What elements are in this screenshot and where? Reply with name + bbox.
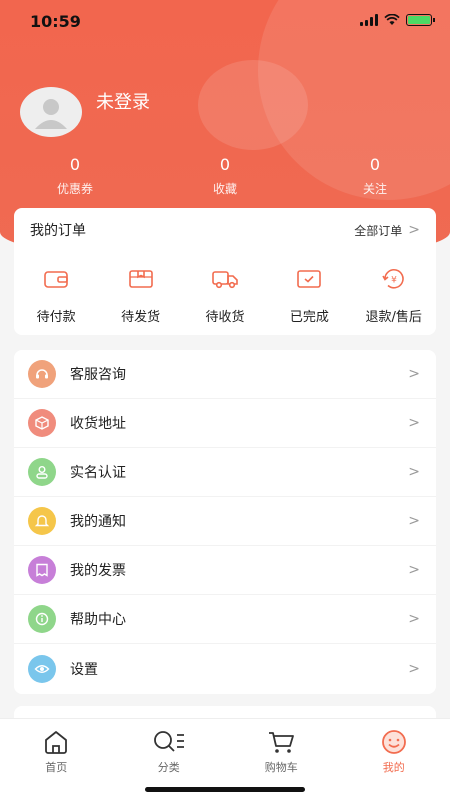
info-icon xyxy=(28,605,56,633)
stat-following[interactable]: 0 关注 xyxy=(300,155,450,197)
tab-label: 分类 xyxy=(157,761,180,774)
chevron-right-icon: > xyxy=(408,562,420,578)
default-avatar-icon xyxy=(35,99,67,129)
orders-card: 我的订单 全部订单 > 待付款 待发货 待收货 已完成 ¥ 退款/售后 xyxy=(14,208,436,335)
status-time: 10:59 xyxy=(30,12,81,31)
order-label: 待发货 xyxy=(121,310,161,325)
wifi-icon xyxy=(384,14,400,25)
order-pending-payment[interactable]: 待付款 xyxy=(16,266,96,325)
menu-shipping-address[interactable]: 收货地址 > xyxy=(14,399,436,448)
order-label: 已完成 xyxy=(289,310,329,325)
person-icon xyxy=(28,458,56,486)
tab-home[interactable]: 首页 xyxy=(0,719,113,800)
status-bar: 10:59 xyxy=(0,0,450,44)
stat-label: 收藏 xyxy=(212,182,237,196)
chevron-right-icon: > xyxy=(408,464,420,480)
stat-label: 优惠券 xyxy=(56,182,93,196)
menu-label: 我的发票 xyxy=(70,563,126,579)
menu-label: 实名认证 xyxy=(70,465,126,481)
chevron-right-icon: > xyxy=(408,222,420,238)
orders-title: 我的订单 xyxy=(30,223,86,239)
order-completed[interactable]: 已完成 xyxy=(269,266,349,325)
address-box-icon xyxy=(28,409,56,437)
headset-icon xyxy=(28,360,56,388)
cart-icon xyxy=(269,732,295,753)
menu-label: 客服咨询 xyxy=(70,367,126,383)
username-login-link[interactable]: 未登录 xyxy=(96,88,150,114)
chevron-right-icon: > xyxy=(408,366,420,382)
all-orders-label: 全部订单 xyxy=(354,223,403,238)
stat-value: 0 xyxy=(369,155,381,174)
menu-real-name-verification[interactable]: 实名认证 > xyxy=(14,448,436,497)
decor-circle xyxy=(198,60,308,150)
truck-icon xyxy=(212,271,238,289)
completed-box-icon xyxy=(297,270,322,288)
service-menu: 客服咨询 > 收货地址 > 实名认证 > 我的通知 > 我的发票 > 帮助中心 … xyxy=(14,350,436,694)
tab-mine[interactable]: 我的 xyxy=(338,719,450,800)
chevron-right-icon: > xyxy=(408,415,420,431)
menu-invoice[interactable]: 我的发票 > xyxy=(14,546,436,595)
stat-value: 0 xyxy=(219,155,231,174)
tab-label: 我的 xyxy=(382,761,405,774)
bell-icon xyxy=(28,507,56,535)
invoice-icon xyxy=(28,556,56,584)
tab-label: 购物车 xyxy=(264,761,298,774)
menu-customer-service[interactable]: 客服咨询 > xyxy=(14,350,436,399)
chevron-right-icon: > xyxy=(408,513,420,529)
battery-icon xyxy=(406,14,435,26)
signal-icon xyxy=(360,14,378,26)
menu-label: 帮助中心 xyxy=(70,612,126,628)
stat-value: 0 xyxy=(69,155,81,174)
order-label: 待付款 xyxy=(36,310,76,325)
menu-label: 设置 xyxy=(70,661,98,678)
menu-settings[interactable]: 设置 > xyxy=(14,644,436,693)
menu-help-center[interactable]: 帮助中心 > xyxy=(14,595,436,644)
stat-coupons[interactable]: 0 优惠券 xyxy=(0,155,150,197)
package-icon xyxy=(128,270,153,288)
smiley-icon xyxy=(381,730,406,754)
order-pending-receipt[interactable]: 待收货 xyxy=(185,266,265,325)
avatar[interactable] xyxy=(20,87,82,137)
order-pending-shipment[interactable]: 待发货 xyxy=(101,266,181,325)
menu-notifications[interactable]: 我的通知 > xyxy=(14,497,436,546)
tab-label: 首页 xyxy=(45,761,68,774)
eye-settings-icon xyxy=(28,654,56,683)
stat-label: 关注 xyxy=(362,182,387,196)
refund-icon: ¥ xyxy=(382,269,404,289)
home-indicator xyxy=(145,787,305,792)
svg-text:¥: ¥ xyxy=(391,276,397,286)
all-orders-link[interactable]: 全部订单 > xyxy=(354,222,420,239)
menu-label: 收货地址 xyxy=(70,416,126,432)
order-label: 待收货 xyxy=(205,310,245,325)
home-icon xyxy=(45,731,68,754)
wallet-icon xyxy=(44,271,68,288)
menu-label: 我的通知 xyxy=(70,514,126,530)
order-refund[interactable]: ¥ 退款/售后 xyxy=(354,266,434,325)
chevron-right-icon: > xyxy=(408,611,420,627)
order-label: 退款/售后 xyxy=(365,310,422,325)
profile-stats: 0 优惠券 0 收藏 0 关注 xyxy=(0,155,450,197)
chevron-right-icon: > xyxy=(408,660,420,677)
stat-favorites[interactable]: 0 收藏 xyxy=(150,155,300,197)
category-search-icon xyxy=(153,731,184,752)
